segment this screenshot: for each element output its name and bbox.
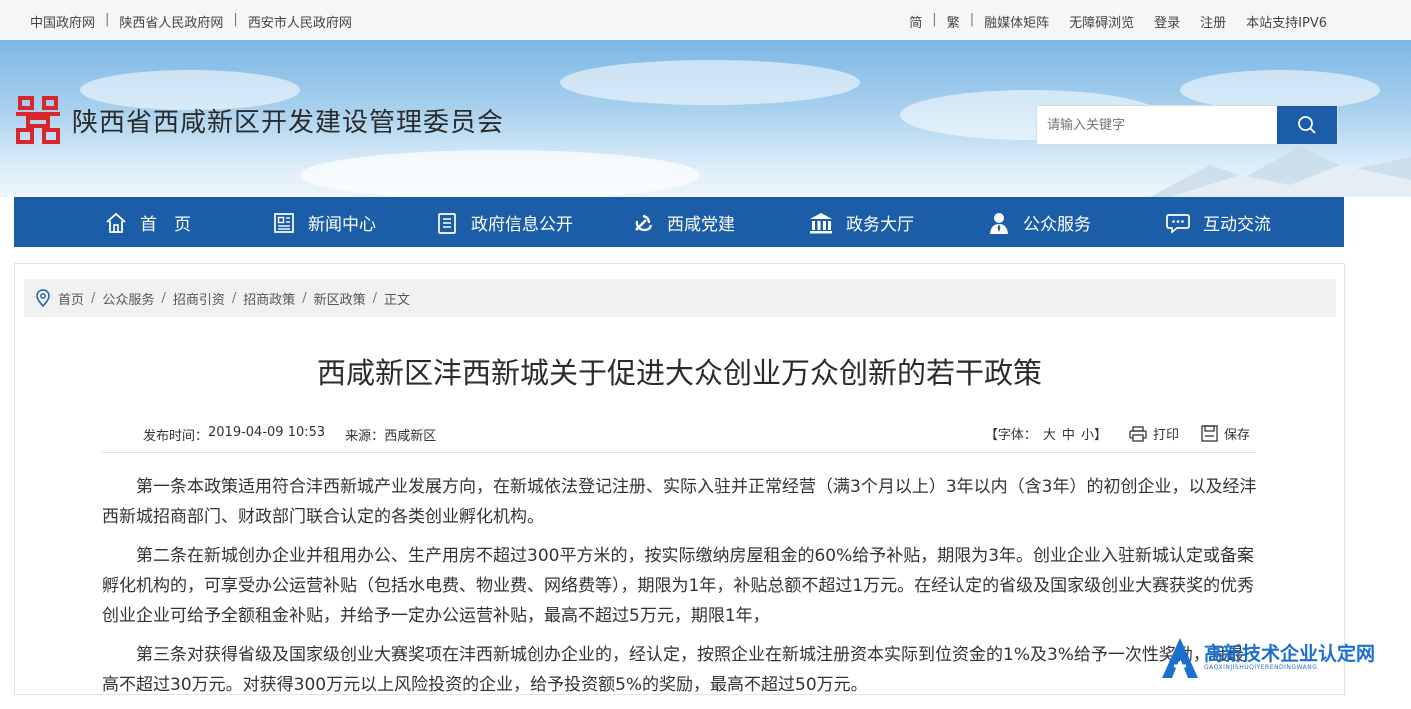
separator: | — [969, 12, 975, 27]
separator: | — [105, 12, 110, 27]
nav-service-hall-label: 政务大厅 — [846, 215, 914, 235]
home-icon — [106, 212, 126, 233]
person-icon — [990, 212, 1008, 234]
nav-public-service[interactable]: 公众服务 — [987, 210, 1091, 235]
nav-gov-info[interactable]: 政府信息公开 — [435, 210, 573, 235]
article-paragraph: 第二条在新城创办企业并租用办公、生产用房不超过300平方米的，按实际缴纳房屋租金… — [102, 546, 1255, 626]
link-xian-gov[interactable]: 西安市人民政府网 — [248, 12, 352, 31]
publish-time: 2019-04-09 10:53 — [208, 425, 326, 440]
breadcrumb-separator: / — [372, 290, 378, 306]
breadcrumb-home[interactable]: 首页 — [58, 289, 84, 308]
breadcrumb-separator: / — [302, 290, 307, 306]
print-button[interactable]: 打印 — [1129, 424, 1179, 443]
source-value: 西咸新区 — [384, 429, 437, 444]
article-tools: 【字体： 大 中 小 】 打印 保存 — [985, 424, 1250, 443]
breadcrumb-separator: / — [231, 290, 237, 306]
main-nav: 首 页 新闻中心 政府信息公开 西咸党建 政务大厅 公众服务 互动交流 — [14, 197, 1344, 247]
party-emblem-icon — [635, 214, 653, 231]
font-size-large[interactable]: 大 — [1043, 424, 1056, 443]
nav-public-service-label: 公众服务 — [1023, 215, 1091, 235]
watermark-sub: GAOXINJISHUQIYERENDINGWANG — [1204, 664, 1318, 671]
search-input[interactable] — [1037, 106, 1277, 144]
header-banner: 陕西省西咸新区开发建设管理委员会 — [0, 40, 1411, 197]
article-paragraph: 第一条本政策适用符合沣西新城产业发展方向，在新城依法登记注册、实际入驻并正常经营… — [102, 477, 1257, 527]
link-ipv6[interactable]: 本站支持IPV6 — [1246, 12, 1327, 31]
search-icon — [1298, 116, 1316, 134]
link-accessibility[interactable]: 无障碍浏览 — [1069, 12, 1134, 31]
nav-home-label: 首 页 — [140, 215, 191, 235]
site-logo-icon — [16, 96, 60, 144]
link-china-gov[interactable]: 中国政府网 — [30, 12, 95, 31]
breadcrumb-investment[interactable]: 招商引资 — [173, 289, 225, 308]
cloud-decoration — [560, 60, 860, 105]
nav-news-label: 新闻中心 — [308, 215, 376, 235]
watermark: 高新技术企业认定网 GAOXINJISHUQIYERENDINGWANG — [1160, 634, 1411, 681]
nav-interaction-label: 互动交流 — [1203, 215, 1271, 235]
font-size-medium[interactable]: 中 — [1062, 424, 1075, 443]
news-icon — [274, 212, 294, 233]
separator: | — [932, 12, 937, 27]
cloud-decoration — [1180, 70, 1380, 110]
watermark-text: 高新技术企业认定网 GAOXINJISHUQIYERENDINGWANG — [1204, 644, 1375, 671]
separator: | — [233, 12, 238, 27]
printer-icon — [1129, 425, 1147, 442]
article-paragraph: 第三条对获得省级及国家级创业大赛奖项在沣西新城创办企业的，经认定，按照企业在新城… — [102, 645, 1244, 695]
font-size-label-open: 【字体： — [984, 428, 1037, 443]
content-panel: 首页 / 公众服务 / 招商引资 / 招商政策 / 新区政策 / 正文 西咸新区… — [14, 263, 1345, 695]
nav-interaction[interactable]: 互动交流 — [1165, 210, 1271, 235]
link-simplified[interactable]: 简 — [909, 12, 922, 31]
nav-party-label: 西咸党建 — [667, 215, 735, 235]
link-shaanxi-gov[interactable]: 陕西省人民政府网 — [119, 12, 223, 31]
article-meta-info: 发布时间： 2019-04-09 10:53 来源： 西咸新区 — [143, 425, 436, 444]
font-size-label-close: 】 — [1093, 428, 1107, 443]
nav-gov-info-label: 政府信息公开 — [471, 215, 573, 235]
nav-news[interactable]: 新闻中心 — [272, 210, 376, 235]
article-title: 西咸新区沣西新城关于促进大众创业万众创新的若干政策 — [316, 356, 1042, 390]
breadcrumb-public-service[interactable]: 公众服务 — [102, 289, 154, 308]
font-size-small[interactable]: 小 — [1081, 424, 1094, 443]
breadcrumb-investment-policy[interactable]: 招商政策 — [243, 289, 295, 308]
article-body: 第一条本政策适用符合沣西新城产业发展方向，在新城依法登记注册、实际入驻并正常经营… — [102, 472, 1260, 709]
government-building-icon — [810, 212, 832, 233]
search-bar — [1036, 105, 1338, 145]
site-title: 陕西省西咸新区开发建设管理委员会 — [72, 108, 505, 138]
save-button[interactable]: 保存 — [1201, 424, 1250, 443]
watermark-logo-icon — [1162, 637, 1198, 678]
chat-bubble-icon — [1166, 213, 1190, 234]
nav-home[interactable]: 首 页 — [104, 210, 191, 235]
document-list-icon — [438, 212, 456, 234]
top-utility-bar: 中国政府网 | 陕西省人民政府网 | 西安市人民政府网 简 | 繁 | 融媒体矩… — [0, 0, 1411, 40]
link-register[interactable]: 注册 — [1200, 12, 1226, 31]
breadcrumb-separator: / — [91, 290, 96, 306]
article-meta-bar: 发布时间： 2019-04-09 10:53 来源： 西咸新区 【字体： 大 中… — [102, 416, 1256, 453]
breadcrumb-new-area-policy[interactable]: 新区政策 — [314, 289, 366, 308]
publish-time-label: 发布时间： — [143, 429, 209, 444]
top-right-links: 简 | 繁 | 融媒体矩阵 无障碍浏览 登录 注册 本站支持IPV6 — [909, 12, 1327, 31]
nav-service-hall[interactable]: 政务大厅 — [808, 210, 914, 235]
breadcrumb: 首页 / 公众服务 / 招商引资 / 招商政策 / 新区政策 / 正文 — [24, 279, 1336, 317]
print-label: 打印 — [1152, 428, 1179, 443]
breadcrumb-separator: / — [161, 290, 166, 306]
link-traditional[interactable]: 繁 — [947, 12, 960, 31]
nav-party[interactable]: 西咸党建 — [631, 210, 735, 235]
location-pin-icon — [36, 289, 50, 307]
top-left-links: 中国政府网 | 陕西省人民政府网 | 西安市人民政府网 — [30, 12, 352, 31]
link-login[interactable]: 登录 — [1154, 12, 1180, 31]
save-label: 保存 — [1223, 428, 1250, 443]
watermark-main: 高新技术企业认定网 — [1204, 643, 1376, 665]
link-media-matrix[interactable]: 融媒体矩阵 — [984, 12, 1049, 31]
breadcrumb-current: 正文 — [384, 292, 411, 308]
source-label: 来源： — [345, 429, 385, 444]
cloud-decoration — [300, 150, 700, 197]
save-icon — [1201, 425, 1218, 442]
search-button[interactable] — [1277, 106, 1337, 144]
